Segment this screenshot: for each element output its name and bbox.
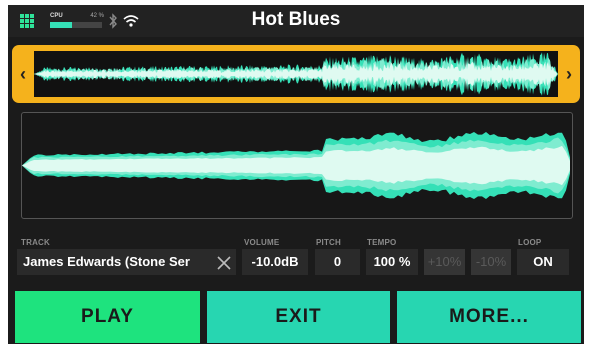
tempo-field[interactable]: 100 % xyxy=(366,249,418,275)
looper-screen: CPU 42 % Hot Blues ‹ › TRACK VOLUME PITC… xyxy=(8,5,584,344)
pitch-label: PITCH xyxy=(316,238,341,247)
track-label: TRACK xyxy=(21,238,50,247)
play-button[interactable]: PLAY xyxy=(15,291,200,343)
overview-waveform-graphic xyxy=(34,52,558,96)
tempo-minus-10-button[interactable]: -10% xyxy=(471,249,511,275)
overview-waveform[interactable] xyxy=(34,51,558,97)
status-bar: CPU 42 % Hot Blues xyxy=(8,5,584,37)
more-button[interactable]: MORE... xyxy=(397,291,581,343)
volume-field[interactable]: -10.0dB xyxy=(242,249,308,275)
pitch-field[interactable]: 0 xyxy=(315,249,360,275)
scroll-left-button[interactable]: ‹ xyxy=(12,45,34,103)
volume-label: VOLUME xyxy=(244,238,280,247)
loop-toggle[interactable]: ON xyxy=(517,249,569,275)
track-name: James Edwards (Stone Ser xyxy=(23,254,190,269)
loop-label: LOOP xyxy=(518,238,542,247)
scroll-right-button[interactable]: › xyxy=(558,45,580,103)
tempo-plus-10-button[interactable]: +10% xyxy=(424,249,465,275)
tempo-label: TEMPO xyxy=(367,238,397,247)
zoomed-waveform-graphic xyxy=(22,131,570,200)
track-selector[interactable]: James Edwards (Stone Ser xyxy=(17,249,236,275)
overview-waveform-strip[interactable]: ‹ › xyxy=(12,45,580,103)
song-title: Hot Blues xyxy=(251,9,341,30)
exit-button[interactable]: EXIT xyxy=(207,291,390,343)
zoomed-waveform[interactable] xyxy=(21,112,573,219)
clear-track-icon[interactable] xyxy=(216,254,232,270)
